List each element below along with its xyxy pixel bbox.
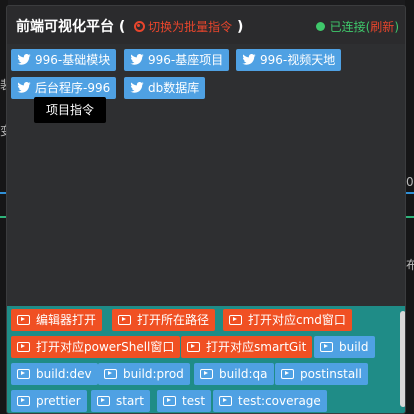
play-icon [229, 315, 242, 325]
project-tag-label: 后台程序-996 [35, 81, 111, 95]
command-label: 打开对应powerShell窗口 [36, 340, 175, 354]
project-tag[interactable]: db数据库 [124, 77, 206, 99]
command-label: start [116, 394, 144, 408]
command-button[interactable]: test [157, 390, 212, 412]
command-button[interactable]: test:coverage [213, 390, 327, 412]
command-label: build [339, 340, 369, 354]
twitter-bird-icon [130, 54, 144, 65]
background-line [406, 216, 414, 218]
project-tag[interactable]: 996-基座项目 [124, 49, 230, 71]
command-label: postinstall [300, 367, 362, 381]
command-label: 打开对应smartGit [206, 340, 307, 354]
command-label: prettier [36, 394, 81, 408]
project-tag-label: 996-基础模块 [35, 53, 111, 67]
panel-header: 前端可视化平台 ( 切换为批量指令 ) 已连接(刷新) [7, 6, 405, 44]
command-button[interactable]: 编辑器打开 [11, 309, 103, 331]
command-label: test:coverage [238, 394, 321, 408]
background-app-right [405, 0, 414, 414]
command-button[interactable]: start [91, 390, 150, 412]
play-icon [200, 369, 213, 379]
play-icon [17, 342, 30, 352]
visualization-panel: 前端可视化平台 ( 切换为批量指令 ) 已连接(刷新) 996-基础模块 996… [6, 5, 406, 414]
command-label: build:qa [219, 367, 268, 381]
command-button[interactable]: build [314, 336, 375, 358]
twitter-bird-icon [242, 54, 256, 65]
project-tag[interactable]: 后台程序-996 [11, 77, 117, 99]
command-button[interactable]: build:dev [11, 363, 98, 385]
play-icon [118, 315, 131, 325]
connection-status: 已连接(刷新) [315, 18, 399, 35]
refresh-link[interactable]: 刷新 [370, 20, 394, 34]
command-scrollbar[interactable] [400, 311, 405, 407]
command-button[interactable]: 打开对应smartGit [181, 336, 313, 358]
title-text: 前端可视化平台 [16, 19, 114, 35]
play-icon [17, 369, 30, 379]
background-text: 布 [406, 258, 414, 272]
twitter-bird-icon [17, 82, 31, 93]
title-paren: ) [237, 19, 244, 35]
project-tag-label: 996-基座项目 [148, 53, 224, 67]
project-tag[interactable]: 996-基础模块 [11, 49, 117, 71]
command-button[interactable]: 打开所在路径 [112, 309, 216, 331]
command-button[interactable]: build:qa [194, 363, 274, 385]
play-icon [163, 396, 176, 406]
play-icon [219, 396, 232, 406]
command-button[interactable]: prettier [11, 390, 87, 412]
play-icon [17, 396, 30, 406]
project-tag-label: db数据库 [148, 81, 200, 95]
command-label: 编辑器打开 [36, 313, 97, 327]
play-icon [97, 396, 110, 406]
command-label: build:dev [36, 367, 92, 381]
play-icon [104, 369, 117, 379]
play-icon [281, 369, 294, 379]
status-text: 已连接 [329, 20, 366, 34]
command-button[interactable]: build:prod [98, 363, 190, 385]
command-button[interactable]: 打开对应cmd窗口 [223, 309, 352, 331]
command-button[interactable]: postinstall [275, 363, 368, 385]
twitter-bird-icon [17, 54, 31, 65]
project-tag-label: 996-视频天地 [260, 53, 336, 67]
switch-icon[interactable] [134, 21, 146, 32]
play-icon [187, 342, 200, 352]
play-icon [320, 342, 333, 352]
command-label: build:prod [123, 367, 184, 381]
switch-batch-link[interactable]: 切换为批量指令 [148, 20, 232, 34]
project-tag[interactable]: 996-视频天地 [236, 49, 342, 71]
status-dot-icon [315, 22, 325, 31]
command-label: 打开所在路径 [137, 313, 210, 327]
project-command-tooltip: 项目指令 [34, 97, 106, 123]
background-text: 0 [406, 175, 414, 189]
title-paren: ( [118, 19, 126, 35]
command-label: test [182, 394, 206, 408]
twitter-bird-icon [130, 82, 144, 93]
refresh-paren: ) [394, 20, 399, 34]
page-title: 前端可视化平台 ( 切换为批量指令 ) [16, 16, 243, 36]
play-icon [17, 315, 30, 325]
command-button[interactable]: 打开对应powerShell窗口 [11, 336, 181, 358]
background-line [406, 192, 414, 194]
command-label: 打开对应cmd窗口 [248, 313, 346, 327]
